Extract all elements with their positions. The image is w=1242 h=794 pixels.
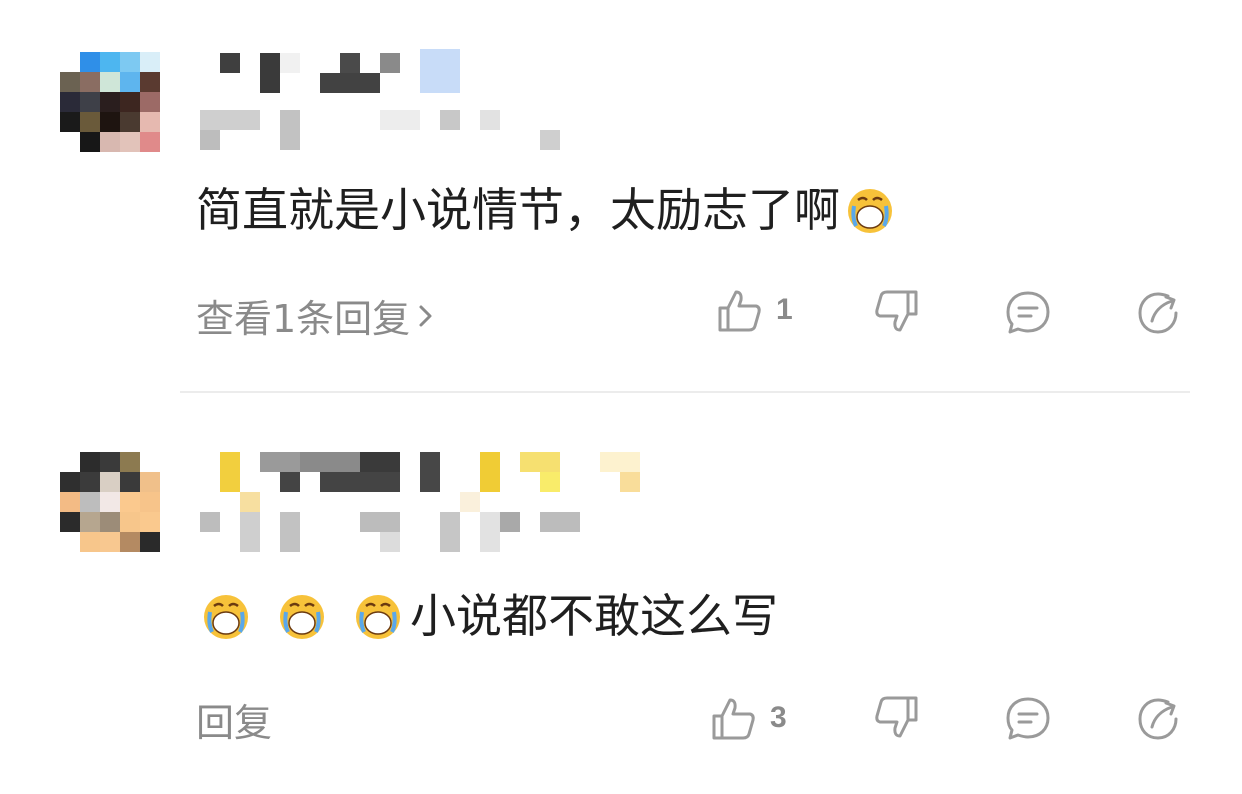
avatar-pixel: [60, 472, 80, 492]
avatar-pixel: [60, 512, 80, 532]
avatar-pixel: [100, 472, 120, 492]
avatar-pixel: [120, 512, 140, 532]
share-button[interactable]: [1136, 695, 1184, 743]
share-icon: [1138, 698, 1178, 740]
comment-text-body: 简直就是小说情节，太励志了啊: [196, 183, 840, 237]
thumbs-up-icon: [718, 290, 761, 332]
view-replies-link[interactable]: 查看1条回复: [196, 288, 436, 343]
view-replies-label: 查看1条回复: [196, 297, 411, 341]
like-button[interactable]: 3: [710, 694, 787, 742]
thumbs-down-icon: [875, 290, 918, 332]
like-button[interactable]: 1: [716, 286, 793, 334]
avatar-pixel: [140, 72, 160, 92]
thumbs-down-icon: [875, 696, 918, 738]
reply-label: 回复: [196, 701, 273, 745]
avatar-pixel: [100, 52, 120, 72]
avatar-pixel: [120, 492, 140, 512]
avatar-pixel: [80, 472, 100, 492]
dislike-button[interactable]: [872, 694, 920, 742]
avatar-pixel: [140, 452, 160, 472]
avatar-pixel: [100, 72, 120, 92]
like-count: 1: [776, 293, 793, 326]
avatar-pixel: [100, 532, 120, 552]
avatar-pixel: [60, 72, 80, 92]
like-count: 3: [770, 701, 787, 734]
avatar-pixel: [120, 72, 140, 92]
avatar-pixel: [80, 512, 100, 532]
avatar-pixel: [80, 532, 100, 552]
avatar-pixel: [140, 492, 160, 512]
comment-text: 简直就是小说情节，太励志了啊: [196, 180, 900, 240]
avatar-pixel: [100, 512, 120, 532]
avatar-pixel: [140, 132, 160, 152]
avatar-pixel: [120, 52, 140, 72]
avatar-pixel: [120, 532, 140, 552]
avatar-pixel: [60, 52, 80, 72]
avatar-pixel: [100, 92, 120, 112]
avatar-pixel: [60, 92, 80, 112]
avatar-pixel: [120, 112, 140, 132]
avatar-pixel: [60, 112, 80, 132]
chevron-right-icon: [419, 305, 432, 326]
avatar-pixel: [140, 52, 160, 72]
avatar-pixel: [80, 52, 100, 72]
comment-button[interactable]: [1004, 695, 1052, 743]
avatar-pixel: [80, 72, 100, 92]
avatar-pixel: [80, 132, 100, 152]
avatar[interactable]: [60, 52, 160, 152]
avatar-pixel: [140, 112, 160, 132]
crying-face-emoji: [204, 595, 248, 639]
speech-bubble-icon: [1006, 291, 1050, 334]
avatar-pixel: [60, 132, 80, 152]
avatar-pixel: [100, 132, 120, 152]
avatar-pixel: [80, 112, 100, 132]
avatar-pixel: [120, 92, 140, 112]
avatar-pixel: [100, 452, 120, 472]
comment-text: 小说都不敢这么写: [196, 586, 778, 646]
dislike-button[interactable]: [872, 288, 920, 336]
avatar-pixel: [80, 92, 100, 112]
crying-face-emoji: [280, 595, 324, 639]
avatar-pixel: [140, 512, 160, 532]
comment-button[interactable]: [1004, 289, 1052, 337]
crying-face-emoji: [356, 595, 400, 639]
avatar-pixel: [60, 532, 80, 552]
share-button[interactable]: [1136, 289, 1184, 337]
reply-button[interactable]: 回复: [196, 692, 272, 747]
comment-text-body: 小说都不敢这么写: [410, 589, 778, 643]
avatar-pixel: [60, 492, 80, 512]
avatar-pixel: [120, 132, 140, 152]
avatar-pixel: [140, 92, 160, 112]
avatar[interactable]: [60, 452, 160, 552]
avatar-pixel: [60, 452, 80, 472]
speech-bubble-icon: [1006, 697, 1050, 740]
crying-face-emoji: [848, 189, 892, 233]
avatar-pixel: [140, 472, 160, 492]
avatar-pixel: [80, 452, 100, 472]
divider: [180, 391, 1190, 393]
avatar-pixel: [120, 452, 140, 472]
avatar-pixel: [100, 492, 120, 512]
avatar-pixel: [140, 532, 160, 552]
avatar-pixel: [100, 112, 120, 132]
avatar-pixel: [80, 492, 100, 512]
avatar-pixel: [120, 472, 140, 492]
share-icon: [1138, 292, 1178, 334]
thumbs-up-icon: [712, 698, 755, 740]
